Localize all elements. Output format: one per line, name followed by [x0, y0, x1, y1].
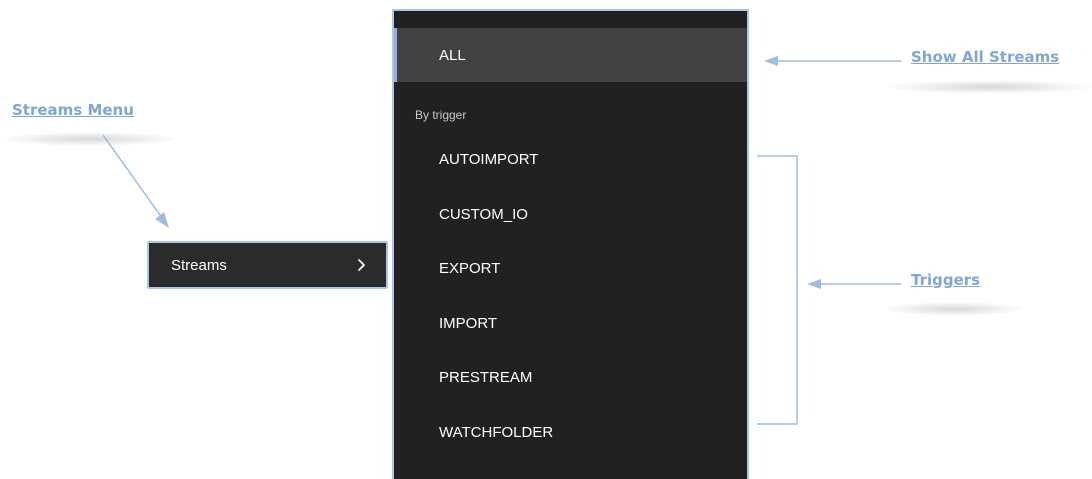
submenu-item-all-label: ALL — [439, 46, 466, 64]
submenu-item-label: PRESTREAM — [439, 368, 533, 386]
submenu-item-label: WATCHFOLDER — [439, 423, 554, 441]
callout-shadow — [885, 302, 1025, 316]
callout-triggers: Triggers — [911, 271, 981, 289]
menu-item-streams-label: Streams — [171, 256, 227, 274]
menu-item-streams[interactable]: Streams — [147, 241, 388, 289]
submenu-item-custom-io[interactable]: CUSTOM_IO — [394, 187, 747, 241]
submenu-item-label: EXPORT — [439, 259, 501, 277]
submenu-item-export[interactable]: EXPORT — [394, 241, 747, 295]
submenu-item-label: IMPORT — [439, 314, 498, 332]
submenu-item-label: CUSTOM_IO — [439, 205, 528, 223]
arrow-show-all-streams — [764, 56, 901, 66]
callout-shadow — [0, 132, 180, 146]
submenu-item-prestream[interactable]: PRESTREAM — [394, 350, 747, 404]
arrow-triggers — [807, 279, 901, 289]
submenu-item-all[interactable]: ALL — [394, 28, 747, 82]
streams-submenu: ALL By trigger AUTOIMPORT CUSTOM_IO EXPO… — [392, 9, 749, 479]
arrow-streams-menu — [102, 134, 169, 228]
submenu-item-watchfolder[interactable]: WATCHFOLDER — [394, 405, 747, 459]
chevron-right-icon — [358, 259, 365, 271]
callout-show-all-streams: Show All Streams — [911, 48, 1060, 66]
section-header-by-trigger: By trigger — [415, 108, 467, 122]
callout-shadow — [885, 80, 1092, 94]
submenu-item-autoimport[interactable]: AUTOIMPORT — [394, 132, 747, 186]
triggers-bracket — [757, 155, 798, 425]
callout-streams-menu: Streams Menu — [12, 101, 134, 119]
submenu-item-import[interactable]: IMPORT — [394, 296, 747, 350]
submenu-item-label: AUTOIMPORT — [439, 150, 539, 168]
